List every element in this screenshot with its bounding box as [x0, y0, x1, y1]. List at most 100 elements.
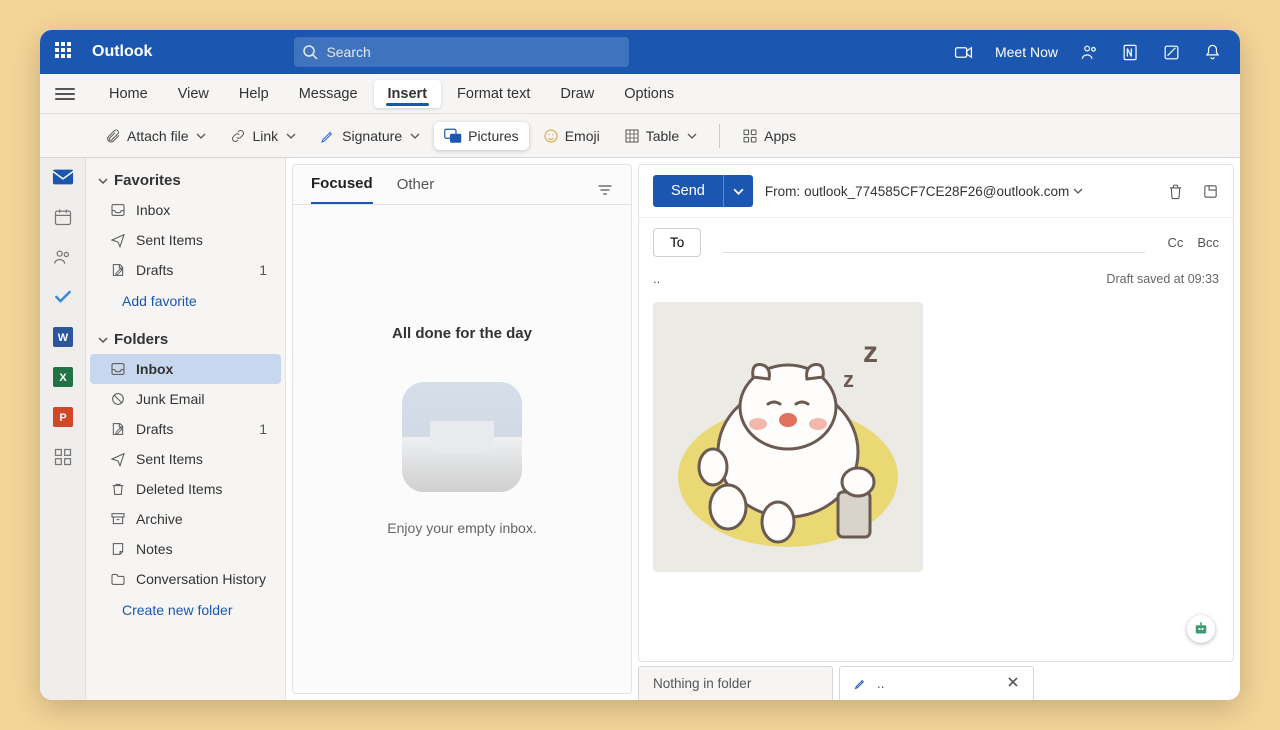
signature-label: Signature — [342, 128, 402, 144]
menu-view[interactable]: View — [164, 80, 223, 108]
ribbon: Attach file Link Signature Pictures Emoj… — [40, 114, 1240, 158]
signature-button[interactable]: Signature — [310, 122, 430, 150]
app-rail: W X P — [40, 158, 86, 700]
popout-icon[interactable] — [1202, 183, 1219, 200]
attach-file-button[interactable]: Attach file — [95, 122, 216, 150]
create-folder-link[interactable]: Create new folder — [90, 594, 281, 626]
search-input[interactable] — [294, 37, 629, 67]
emoji-button[interactable]: Emoji — [533, 122, 610, 150]
folders-header[interactable]: Folders — [90, 325, 281, 354]
message-list-pane: Focused Other All done for the day Enjoy… — [292, 164, 632, 694]
add-favorite-link[interactable]: Add favorite — [90, 285, 281, 317]
nav-item-junk-email[interactable]: Junk Email — [90, 384, 281, 414]
cc-button[interactable]: Cc — [1167, 235, 1183, 250]
pictures-button[interactable]: Pictures — [434, 122, 529, 150]
ribbon-separator — [719, 124, 720, 148]
empty-inbox-illustration — [402, 382, 522, 492]
menu-message[interactable]: Message — [285, 80, 372, 108]
discard-icon[interactable] — [1167, 183, 1184, 200]
menu-help[interactable]: Help — [225, 80, 283, 108]
emoji-label: Emoji — [565, 128, 600, 144]
draft-saved-status: Draft saved at 09:33 — [1106, 272, 1219, 286]
tab-other[interactable]: Other — [397, 176, 435, 203]
people-rail-icon[interactable] — [52, 246, 74, 268]
menu-options[interactable]: Options — [610, 80, 688, 108]
nav-item-sent-items[interactable]: Sent Items — [90, 444, 281, 474]
menu-format-text[interactable]: Format text — [443, 80, 544, 108]
excel-rail-icon[interactable]: X — [52, 366, 74, 388]
to-button[interactable]: To — [653, 228, 701, 257]
link-label: Link — [252, 128, 278, 144]
empty-title: All done for the day — [392, 325, 532, 342]
nav-item-inbox[interactable]: Inbox — [90, 354, 281, 384]
bottom-tab-folder[interactable]: Nothing in folder — [638, 666, 833, 700]
filter-icon[interactable] — [597, 182, 613, 198]
nav-item-sent-items[interactable]: Sent Items — [90, 225, 281, 255]
menu-insert[interactable]: Insert — [374, 80, 442, 108]
chevron-down-icon — [687, 131, 697, 141]
chevron-down-icon — [286, 131, 296, 141]
menu-draw[interactable]: Draw — [546, 80, 608, 108]
bell-icon[interactable] — [1203, 43, 1222, 62]
bcc-button[interactable]: Bcc — [1197, 235, 1219, 250]
close-tab-icon[interactable] — [1007, 676, 1019, 691]
svg-text:X: X — [59, 372, 67, 384]
mail-rail-icon[interactable] — [52, 166, 74, 188]
calendar-rail-icon[interactable] — [52, 206, 74, 228]
send-dropdown-button[interactable] — [723, 175, 753, 207]
bottom-tab-draft[interactable]: .. — [839, 666, 1034, 700]
svg-text:P: P — [59, 412, 66, 424]
chevron-down-icon — [1073, 186, 1083, 196]
search-icon — [302, 44, 318, 60]
favorites-header[interactable]: Favorites — [90, 166, 281, 195]
svg-text:z: z — [843, 367, 854, 392]
powerpoint-rail-icon[interactable]: P — [52, 406, 74, 428]
app-launcher-icon[interactable] — [55, 42, 75, 62]
title-bar: Outlook Meet Now — [40, 30, 1240, 74]
folder-nav: Favorites InboxSent ItemsDrafts1 Add fav… — [86, 158, 286, 700]
onenote-icon[interactable] — [1121, 43, 1140, 62]
chevron-down-icon — [98, 176, 108, 186]
pictures-label: Pictures — [468, 128, 519, 144]
link-button[interactable]: Link — [220, 122, 306, 150]
chevron-down-icon — [98, 335, 108, 345]
menu-bar: Home View Help Message Insert Format tex… — [40, 74, 1240, 114]
from-field[interactable]: From: outlook_774585CF7CE28F26@outlook.c… — [765, 184, 1083, 199]
attach-file-label: Attach file — [127, 128, 188, 144]
subject-field[interactable]: .. — [653, 271, 660, 286]
hamburger-icon[interactable] — [55, 88, 75, 100]
empty-subtitle: Enjoy your empty inbox. — [387, 520, 536, 536]
apps-label: Apps — [764, 128, 796, 144]
table-button[interactable]: Table — [614, 122, 707, 150]
to-input[interactable] — [723, 233, 1145, 253]
nav-item-drafts[interactable]: Drafts1 — [90, 255, 281, 285]
app-brand: Outlook — [92, 43, 152, 61]
video-icon[interactable] — [954, 43, 973, 62]
meet-now-button[interactable]: Meet Now — [995, 44, 1058, 60]
nav-item-notes[interactable]: Notes — [90, 534, 281, 564]
more-apps-rail-icon[interactable] — [52, 446, 74, 468]
compose-pane: Send From: outlook_774585CF7CE28F26@outl… — [638, 164, 1234, 700]
message-body[interactable]: z z — [639, 294, 1233, 661]
chevron-down-icon — [410, 131, 420, 141]
table-label: Table — [646, 128, 679, 144]
svg-text:W: W — [57, 332, 68, 344]
chevron-down-icon — [196, 131, 206, 141]
nav-item-deleted-items[interactable]: Deleted Items — [90, 474, 281, 504]
nav-item-archive[interactable]: Archive — [90, 504, 281, 534]
apps-button[interactable]: Apps — [732, 122, 806, 150]
nav-item-drafts[interactable]: Drafts1 — [90, 414, 281, 444]
teams-icon[interactable] — [1080, 43, 1099, 62]
inserted-image[interactable]: z z — [653, 302, 923, 572]
svg-text:z: z — [863, 336, 878, 369]
send-button[interactable]: Send — [653, 175, 723, 207]
assistant-icon[interactable] — [1187, 615, 1215, 643]
pencil-icon — [854, 677, 867, 690]
word-rail-icon[interactable]: W — [52, 326, 74, 348]
menu-home[interactable]: Home — [95, 80, 162, 108]
todo-rail-icon[interactable] — [52, 286, 74, 308]
tab-focused[interactable]: Focused — [311, 175, 373, 204]
nav-item-inbox[interactable]: Inbox — [90, 195, 281, 225]
notes-icon[interactable] — [1162, 43, 1181, 62]
nav-item-conversation-history[interactable]: Conversation History — [90, 564, 281, 594]
